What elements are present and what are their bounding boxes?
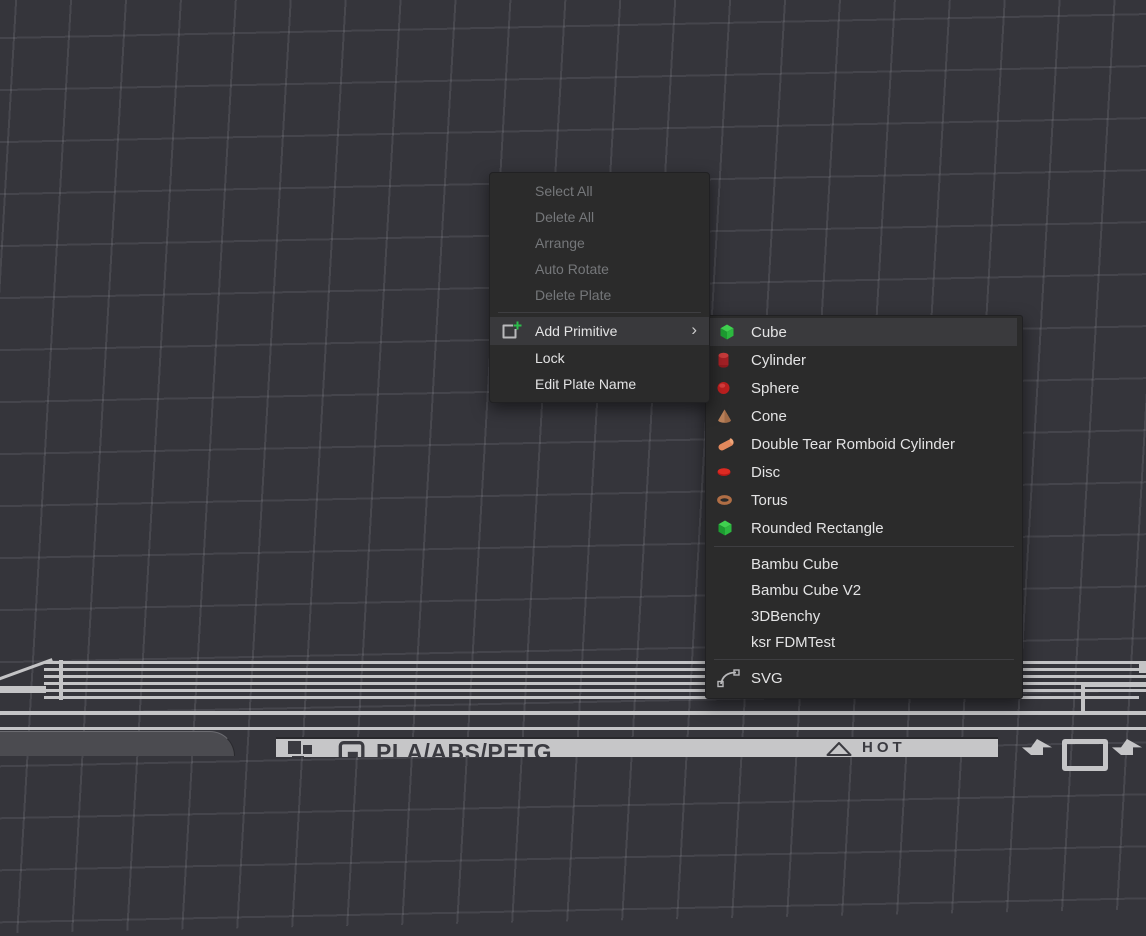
submenu-item-cylinder[interactable]: Cylinder (706, 346, 1022, 374)
plate-name-tab[interactable] (0, 731, 235, 756)
submenu-item-bambu-cube[interactable]: Bambu Cube (706, 551, 1022, 577)
menu-item-delete-all: Delete All (490, 204, 709, 230)
plate-edge-line (1081, 684, 1146, 687)
submenu-item-ksr-fdmtest[interactable]: ksr FDMTest (706, 629, 1022, 655)
submenu-item-double-tear-romboid-cylinder[interactable]: Double Tear Romboid Cylinder (706, 430, 1022, 458)
cube-icon (719, 324, 735, 341)
submenu-item-sphere[interactable]: Sphere (706, 374, 1022, 402)
submenu-item-label: Cone (751, 408, 787, 425)
menu-item-edit-plate-name[interactable]: Edit Plate Name (490, 371, 709, 397)
menu-item-label: Arrange (535, 235, 585, 251)
rounded-cube-icon (717, 520, 733, 537)
menu-separator (498, 312, 701, 313)
torus-icon (717, 495, 732, 505)
plate-edge-line (0, 711, 1146, 715)
submenu-chevron-icon: › (691, 321, 697, 338)
context-menu: Select All Delete All Arrange Auto Rotat… (489, 172, 710, 403)
add-primitive-submenu: Cube Cylinder Sphere Cone (705, 315, 1023, 699)
plate-edge-post (1081, 684, 1085, 712)
submenu-separator (714, 659, 1014, 660)
menu-item-arrange: Arrange (490, 230, 709, 256)
plate-hot-label: HOT (862, 739, 906, 756)
plate-material-label: PLA/ABS/PETG (376, 739, 552, 757)
tilted-cylinder-icon (717, 437, 735, 452)
add-primitive-icon (499, 320, 523, 342)
hot-warning-icon (826, 742, 852, 756)
menu-item-label: Lock (535, 350, 565, 366)
menu-item-label: Auto Rotate (535, 261, 609, 277)
plate-edge-bar (0, 686, 46, 693)
submenu-item-torus[interactable]: Torus (706, 486, 1022, 514)
slicer-viewport: { "context_menu": { "items": [ {"label":… (0, 0, 1146, 755)
submenu-item-label: Torus (751, 492, 788, 509)
submenu-item-label: Sphere (751, 380, 799, 397)
plate-edge-post (59, 660, 63, 700)
submenu-item-label: Rounded Rectangle (751, 520, 884, 537)
submenu-item-cone[interactable]: Cone (706, 402, 1022, 430)
submenu-separator (714, 546, 1014, 547)
menu-item-select-all: Select All (490, 178, 709, 204)
plate-marking-strip: PLA/ABS/PETG HOT (276, 737, 998, 757)
submenu-item-label: Double Tear Romboid Cylinder (751, 436, 955, 453)
menu-item-label: Add Primitive (535, 323, 617, 339)
menu-item-label: Edit Plate Name (535, 376, 636, 392)
submenu-item-rounded-rectangle[interactable]: Rounded Rectangle (706, 514, 1022, 542)
plate-square-icon (1062, 739, 1108, 771)
submenu-item-bambu-cube-v2[interactable]: Bambu Cube V2 (706, 577, 1022, 603)
menu-item-label: Delete Plate (535, 287, 611, 303)
submenu-item-label: ksr FDMTest (751, 634, 835, 651)
cone-icon (717, 409, 732, 423)
sphere-icon (717, 382, 730, 395)
menu-item-auto-rotate: Auto Rotate (490, 256, 709, 282)
menu-item-lock[interactable]: Lock (490, 345, 709, 371)
cylinder-icon (717, 352, 730, 368)
menu-item-add-primitive[interactable]: Add Primitive › (490, 317, 709, 345)
plate-edge-mark (1139, 661, 1146, 673)
submenu-item-label: 3DBenchy (751, 608, 820, 625)
submenu-item-label: Cylinder (751, 352, 806, 369)
submenu-item-cube[interactable]: Cube (708, 318, 1017, 346)
disc-icon (717, 468, 731, 477)
submenu-item-label: Cube (751, 324, 787, 341)
submenu-item-label: Bambu Cube (751, 556, 839, 573)
bezier-curve-icon (717, 668, 741, 688)
submenu-item-label: Disc (751, 464, 780, 481)
submenu-item-label: SVG (751, 670, 783, 687)
menu-item-label: Delete All (535, 209, 594, 225)
menu-item-label: Select All (535, 183, 593, 199)
submenu-item-disc[interactable]: Disc (706, 458, 1022, 486)
menu-item-delete-plate: Delete Plate (490, 282, 709, 308)
plate-edge-line (0, 727, 1146, 730)
submenu-item-label: Bambu Cube V2 (751, 582, 861, 599)
submenu-item-3dbenchy[interactable]: 3DBenchy (706, 603, 1022, 629)
submenu-item-svg[interactable]: SVG (706, 664, 1022, 692)
